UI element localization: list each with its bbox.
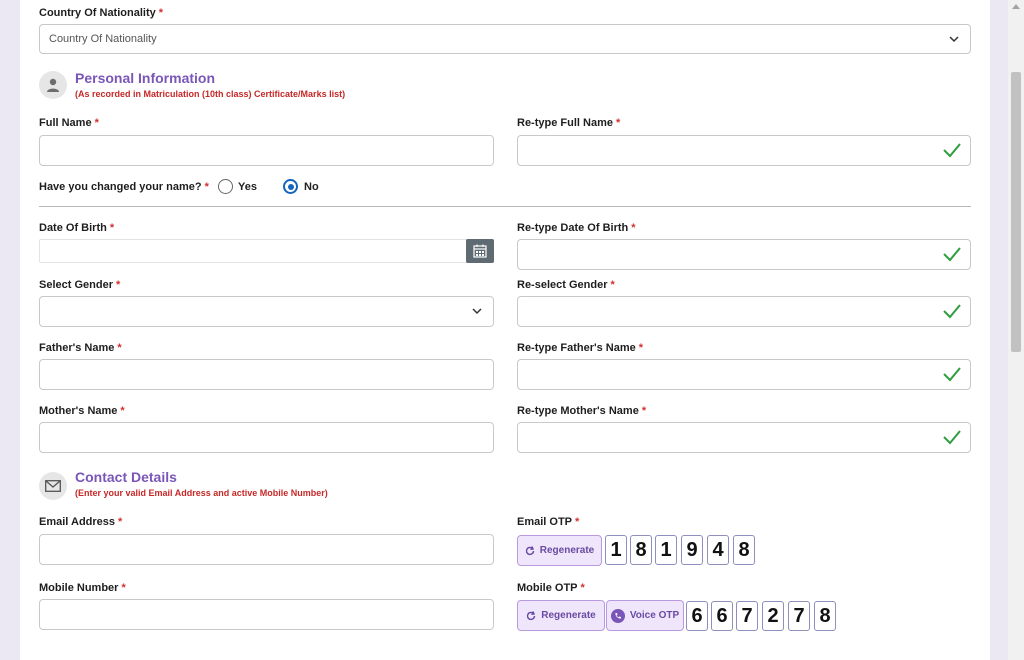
otp-digit: 1 [655, 535, 677, 565]
email-input[interactable] [39, 534, 494, 565]
yes-label: Yes [238, 181, 257, 193]
check-icon [943, 143, 961, 158]
calendar-icon [473, 244, 487, 258]
retype-father-name-label: Re-type Father's Name * [517, 342, 644, 354]
chevron-down-icon [472, 308, 482, 315]
voice-otp-button[interactable]: Voice OTP [606, 600, 684, 631]
mail-icon [39, 472, 67, 500]
regenerate-label: Regenerate [539, 545, 595, 556]
retype-dob-label: Re-type Date Of Birth * [517, 222, 636, 234]
check-icon [943, 304, 961, 319]
mobile-label: Mobile Number * [39, 582, 126, 594]
dob-label: Date Of Birth * [39, 222, 115, 234]
retype-full-name-input[interactable] [517, 135, 971, 166]
retype-father-name-input[interactable] [517, 359, 971, 390]
check-icon [943, 247, 961, 262]
father-name-input[interactable] [39, 359, 494, 390]
vertical-scrollbar[interactable] [1008, 0, 1024, 660]
changed-name-no-radio[interactable] [283, 179, 298, 194]
full-name-label: Full Name * [39, 117, 99, 129]
otp-digit: 8 [814, 601, 836, 631]
father-name-label: Father's Name * [39, 342, 122, 354]
regenerate-label: Regenerate [541, 610, 596, 621]
otp-digit: 9 [681, 535, 703, 565]
personal-info-subtitle: (As recorded in Matriculation (10th clas… [75, 89, 346, 99]
otp-digit: 2 [762, 601, 784, 631]
changed-name-question: Have you changed your name? * [39, 181, 209, 193]
scroll-up-arrow-icon[interactable] [1012, 4, 1020, 9]
voice-otp-label: Voice OTP [629, 610, 680, 621]
mobile-regenerate-button[interactable]: Regenerate [517, 600, 605, 631]
full-name-input[interactable] [39, 135, 494, 166]
person-icon [39, 71, 67, 99]
check-icon [943, 367, 961, 382]
check-icon [943, 430, 961, 445]
mother-name-input[interactable] [39, 422, 494, 453]
phone-icon [610, 608, 625, 623]
otp-digit: 7 [736, 601, 758, 631]
email-otp-label: Email OTP * [517, 516, 580, 528]
gender-label: Select Gender * [39, 279, 121, 291]
no-label: No [304, 181, 319, 193]
retype-mother-name-input[interactable] [517, 422, 971, 453]
nationality-select[interactable]: Country Of Nationality [39, 24, 971, 54]
contact-details-subtitle: (Enter your valid Email Address and acti… [75, 488, 328, 498]
otp-digit: 7 [788, 601, 810, 631]
retype-full-name-label: Re-type Full Name * [517, 117, 621, 129]
personal-info-title: Personal Information [75, 70, 216, 86]
email-label: Email Address * [39, 516, 123, 528]
otp-digit: 8 [733, 535, 755, 565]
email-regenerate-button[interactable]: Regenerate [517, 535, 602, 566]
calendar-button[interactable] [466, 239, 494, 263]
otp-digit: 6 [711, 601, 733, 631]
chevron-down-icon [949, 36, 959, 43]
gender-select[interactable] [39, 296, 494, 327]
dob-input[interactable] [39, 239, 494, 263]
reselect-gender-label: Re-select Gender * [517, 279, 615, 291]
retype-mother-name-label: Re-type Mother's Name * [517, 405, 647, 417]
otp-digit: 1 [605, 535, 627, 565]
otp-digit: 8 [630, 535, 652, 565]
refresh-icon [525, 545, 534, 555]
otp-digit: 4 [707, 535, 729, 565]
otp-digit: 6 [686, 601, 708, 631]
registration-form: Country Of Nationality * Country Of Natio… [20, 0, 990, 660]
mother-name-label: Mother's Name * [39, 405, 125, 417]
refresh-icon [527, 610, 536, 620]
section-divider [39, 206, 971, 207]
reselect-gender-input[interactable] [517, 296, 971, 327]
retype-dob-input[interactable] [517, 239, 971, 270]
nationality-label: Country Of Nationality * [39, 7, 164, 19]
contact-details-title: Contact Details [75, 469, 177, 485]
mobile-otp-label: Mobile OTP * [517, 582, 585, 594]
mobile-input[interactable] [39, 599, 494, 630]
changed-name-yes-radio[interactable] [218, 179, 233, 194]
scroll-thumb[interactable] [1011, 72, 1021, 352]
nationality-placeholder: Country Of Nationality [49, 33, 157, 45]
